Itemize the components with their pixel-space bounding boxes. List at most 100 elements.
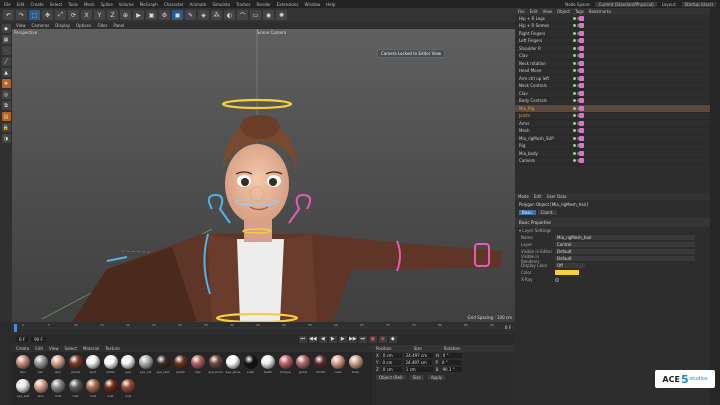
material-swatch[interactable]: nails — [330, 355, 346, 374]
attr-tab-mode[interactable]: Mode — [518, 194, 529, 199]
object-row[interactable]: Clav — [515, 90, 710, 98]
start-frame-field[interactable]: 0 F — [16, 336, 29, 342]
subdivision-icon[interactable]: ◈ — [198, 10, 209, 20]
menu-simulate[interactable]: Simulate — [212, 2, 230, 7]
material-swatch[interactable]: mat — [120, 379, 136, 398]
visibility-dot[interactable] — [573, 136, 576, 140]
object-row[interactable]: Neck rotation — [515, 60, 710, 68]
visibility-dot[interactable] — [573, 61, 576, 65]
pen-icon[interactable]: ✎ — [185, 10, 196, 20]
display-tag-icon[interactable] — [579, 128, 584, 134]
visibility-dot[interactable] — [573, 114, 576, 118]
display-color-select[interactable]: Off — [555, 263, 585, 268]
visibility-dot[interactable] — [573, 31, 576, 35]
menu-render[interactable]: Render — [256, 2, 270, 7]
goto-end-icon[interactable]: ⏭ — [358, 335, 367, 343]
material-swatch[interactable]: eye_gloss — [225, 355, 241, 374]
material-swatch[interactable]: eye_wet — [15, 379, 31, 398]
material-swatch[interactable]: hair — [33, 355, 49, 374]
lock-icon[interactable]: 🔒 — [1, 123, 11, 132]
material-swatch[interactable]: gums — [295, 355, 311, 374]
light-icon[interactable]: ✺ — [276, 10, 287, 20]
deformer-icon[interactable]: ⌒ — [237, 10, 248, 20]
visibility-dot[interactable] — [573, 16, 576, 20]
object-row[interactable]: Left Fingers — [515, 38, 710, 45]
end-frame-field[interactable]: 90 F — [31, 336, 46, 342]
size-mode-select[interactable]: Size — [409, 375, 424, 380]
timeline-playhead[interactable] — [14, 324, 17, 332]
material-swatch[interactable]: jacket — [68, 355, 84, 374]
object-row[interactable]: Arms — [515, 120, 710, 128]
display-tag-icon[interactable] — [579, 158, 584, 164]
material-swatch[interactable]: tongue — [278, 355, 294, 374]
array-icon[interactable]: ⁂ — [211, 10, 222, 20]
display-tag-icon[interactable] — [579, 150, 584, 156]
render-settings-icon[interactable]: ⚙ — [159, 10, 170, 20]
name-field[interactable]: Mia_rigMesh_hair — [555, 235, 695, 240]
vp-menu-options[interactable]: Options — [76, 23, 91, 28]
display-tag-icon[interactable] — [579, 15, 584, 21]
display-tag-icon[interactable] — [579, 90, 584, 96]
material-swatch[interactable]: teeth — [260, 355, 276, 374]
workplane-icon[interactable]: ▤ — [1, 112, 11, 121]
material-swatch[interactable]: eye_lash — [155, 355, 171, 374]
visibility-dot[interactable] — [573, 84, 576, 88]
display-tag-icon[interactable] — [579, 105, 584, 111]
display-tag-icon[interactable] — [579, 23, 584, 29]
visibility-dot[interactable] — [573, 151, 576, 155]
material-swatch[interactable]: mat — [103, 379, 119, 398]
camera-icon[interactable]: ◉ — [263, 10, 274, 20]
visibility-dot[interactable] — [573, 159, 576, 163]
visibility-dot[interactable] — [573, 69, 576, 73]
menu-file[interactable]: File — [4, 2, 11, 7]
display-tag-icon[interactable] — [579, 113, 584, 119]
size-y-field[interactable]: 24.497 cm — [404, 360, 433, 365]
z-axis-icon[interactable]: Z — [107, 10, 118, 20]
menu-volume[interactable]: Volume — [119, 2, 134, 7]
next-key-icon[interactable]: ▶▶ — [348, 335, 357, 343]
object-row[interactable]: Joints — [515, 113, 710, 120]
redo-icon[interactable]: ↷ — [16, 10, 27, 20]
menu-edit[interactable]: Edit — [17, 2, 25, 7]
obj-menu-bookmarks[interactable]: Bookmarks — [589, 9, 611, 14]
material-swatch[interactable]: pupil — [243, 355, 259, 374]
xray-checkbox[interactable] — [555, 277, 559, 282]
material-swatch[interactable]: pants — [173, 355, 189, 374]
prev-frame-icon[interactable]: ◀ — [318, 335, 327, 343]
visibility-dot[interactable] — [573, 99, 576, 103]
visibility-dot[interactable] — [573, 24, 576, 28]
mat-menu-texture[interactable]: Texture — [105, 346, 120, 351]
cube-icon[interactable]: ◼ — [172, 10, 183, 20]
material-swatch[interactable]: eye_brow — [208, 355, 224, 374]
material-swatch[interactable]: mat — [68, 379, 84, 398]
pos-z-field[interactable]: 0 cm — [381, 367, 402, 372]
texture-mode-icon[interactable]: ▦ — [1, 35, 11, 44]
model-mode-icon[interactable]: ◆ — [1, 24, 11, 33]
vp-menu-display[interactable]: Display — [55, 23, 70, 28]
object-row[interactable]: Shoulder R — [515, 45, 710, 53]
keyframe-icon[interactable]: ◆ — [388, 335, 397, 343]
display-tag-icon[interactable] — [579, 83, 584, 89]
menu-select[interactable]: Select — [50, 2, 62, 7]
layer-field[interactable]: Control — [555, 242, 695, 247]
obj-menu-tags[interactable]: Tags — [575, 9, 584, 14]
display-tag-icon[interactable] — [579, 143, 584, 149]
visibility-dot[interactable] — [573, 129, 576, 133]
pos-x-field[interactable]: 0 cm — [381, 353, 402, 358]
mat-menu-view[interactable]: View — [49, 346, 59, 351]
mat-menu-edit[interactable]: Edit — [35, 346, 43, 351]
material-swatch[interactable]: body — [348, 355, 364, 374]
menu-mesh[interactable]: Mesh — [84, 2, 95, 7]
object-row[interactable]: Body Controls — [515, 98, 710, 105]
rot-h-field[interactable]: 0 ° — [441, 353, 462, 358]
boole-icon[interactable]: ◐ — [224, 10, 235, 20]
mat-menu-create[interactable]: Create — [16, 346, 29, 351]
visibility-dot[interactable] — [573, 121, 576, 125]
vp-menu-view[interactable]: View — [16, 23, 26, 28]
display-tag-icon[interactable] — [579, 60, 584, 66]
object-row[interactable]: Camera — [515, 158, 710, 165]
visible-editor-select[interactable]: Default — [555, 249, 695, 254]
live-selection-icon[interactable]: ⬚ — [29, 10, 40, 20]
material-swatch[interactable]: skin — [33, 379, 49, 398]
autokey-icon[interactable]: ◉ — [378, 335, 387, 343]
